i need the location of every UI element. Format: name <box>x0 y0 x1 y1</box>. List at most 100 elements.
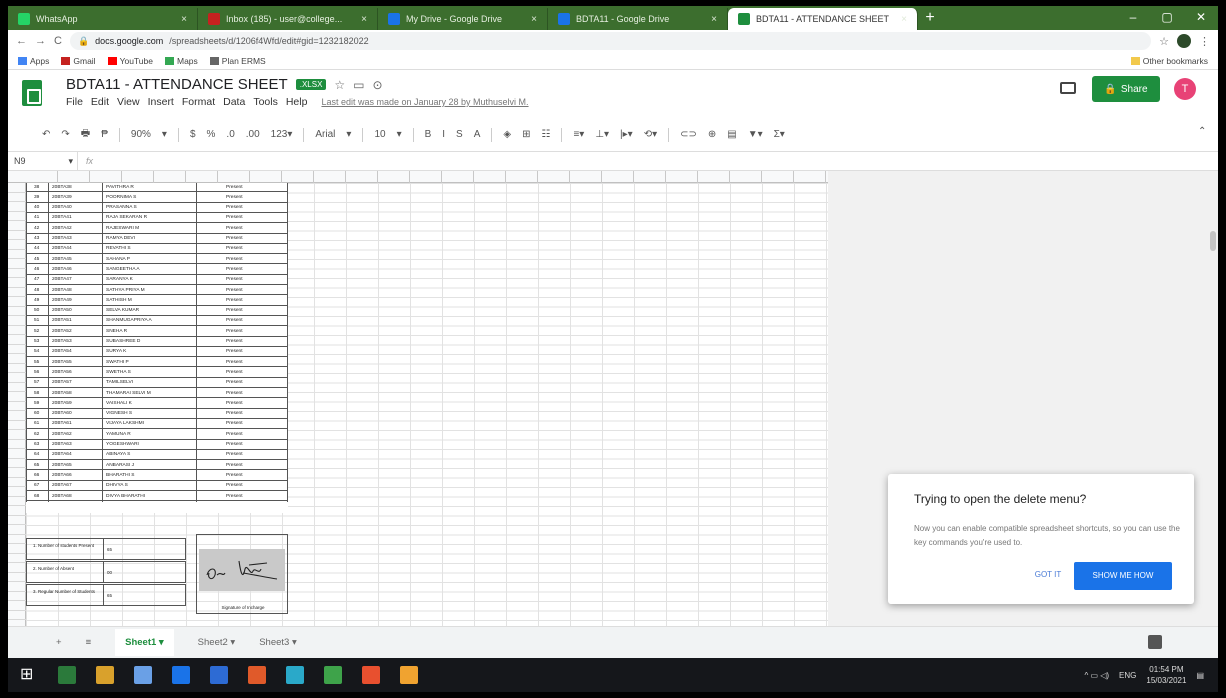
column-header[interactable] <box>122 171 154 183</box>
column-header[interactable] <box>762 171 794 183</box>
taskbar-app-icon[interactable] <box>58 666 76 684</box>
row-header[interactable] <box>8 335 26 345</box>
row-header[interactable] <box>8 440 26 449</box>
column-header[interactable] <box>154 171 186 183</box>
all-sheets-button[interactable]: ≡ <box>86 637 92 648</box>
explore-icon[interactable] <box>1148 635 1162 649</box>
row-header[interactable] <box>8 392 26 402</box>
row-header[interactable] <box>8 307 26 316</box>
sheets-logo-icon[interactable] <box>22 80 42 106</box>
collapse-menus-icon[interactable]: ⌃ <box>1198 126 1206 137</box>
toolbar-button[interactable]: .0 <box>226 129 234 140</box>
row-header[interactable] <box>8 449 26 459</box>
row-header[interactable] <box>8 202 26 212</box>
toolbar-button[interactable]: ▤ <box>727 129 736 140</box>
row-header[interactable] <box>8 221 26 231</box>
toolbar-button[interactable]: 123▾ <box>271 129 293 140</box>
row-header[interactable] <box>8 354 26 364</box>
star-icon[interactable]: ☆ <box>334 78 345 92</box>
row-header[interactable] <box>8 573 26 582</box>
row-header[interactable] <box>8 478 26 487</box>
browser-tab[interactable]: My Drive - Google Drive × <box>378 8 548 30</box>
bookmark-item[interactable]: Maps <box>164 56 198 66</box>
toolbar-button[interactable]: 10 <box>374 129 385 140</box>
row-header[interactable] <box>8 430 26 440</box>
row-header[interactable] <box>8 231 26 240</box>
row-header[interactable] <box>8 326 26 335</box>
row-header[interactable] <box>8 544 26 554</box>
toolbar-button[interactable]: 90% <box>131 129 151 140</box>
row-header[interactable] <box>8 459 26 468</box>
taskbar-app-icon[interactable] <box>400 666 418 684</box>
row-header[interactable] <box>8 297 26 307</box>
notifications-icon[interactable]: ▤ <box>1196 671 1204 680</box>
row-headers[interactable] <box>8 183 26 626</box>
column-header[interactable] <box>186 171 218 183</box>
taskbar-app-icon[interactable] <box>286 666 304 684</box>
menu-format[interactable]: Format <box>182 96 215 108</box>
show-me-how-button[interactable]: SHOW ME HOW <box>1074 562 1172 590</box>
toolbar-button[interactable]: ☷ <box>541 129 550 140</box>
toolbar-button[interactable]: ↷ <box>61 129 69 140</box>
vertical-scrollbar[interactable] <box>1210 231 1216 251</box>
toolbar-button[interactable]: 🖶 <box>81 126 90 143</box>
toolbar-button[interactable]: I <box>442 129 445 140</box>
row-header[interactable] <box>8 402 26 411</box>
menu-insert[interactable]: Insert <box>148 96 174 108</box>
menu-tools[interactable]: Tools <box>253 96 278 108</box>
menu-data[interactable]: Data <box>223 96 245 108</box>
close-tab-icon[interactable]: × <box>901 14 907 25</box>
menu-edit[interactable]: Edit <box>91 96 109 108</box>
forward-icon[interactable]: → <box>35 35 46 47</box>
taskbar-app-icon[interactable] <box>210 666 228 684</box>
toolbar-button[interactable]: Arial <box>315 129 335 140</box>
row-header[interactable] <box>8 535 26 544</box>
toolbar-button[interactable]: ₱ <box>101 129 108 140</box>
column-header[interactable] <box>378 171 410 183</box>
column-header[interactable] <box>506 171 538 183</box>
bookmark-item[interactable]: Plan ERMS <box>209 56 266 66</box>
avatar[interactable]: T <box>1174 78 1196 100</box>
column-header[interactable] <box>90 171 122 183</box>
column-header[interactable] <box>58 171 90 183</box>
taskbar-app-icon[interactable] <box>172 666 190 684</box>
toolbar-button[interactable]: ⊂⊃ <box>680 129 697 140</box>
toolbar-button[interactable]: ↶ <box>42 129 50 140</box>
column-header[interactable] <box>442 171 474 183</box>
bookmark-item[interactable]: YouTube <box>107 56 153 66</box>
column-header[interactable] <box>250 171 282 183</box>
toolbar-button[interactable]: ⊥▾ <box>595 129 609 140</box>
row-header[interactable] <box>8 563 26 573</box>
close-tab-icon[interactable]: × <box>531 14 537 25</box>
column-header[interactable] <box>26 171 58 183</box>
maximize-button[interactable]: ▢ <box>1150 6 1184 30</box>
tab-sheet1[interactable]: Sheet1 ▾ <box>115 629 174 656</box>
row-header[interactable] <box>8 611 26 620</box>
column-header[interactable] <box>282 171 314 183</box>
name-box[interactable]: N9 ▾ <box>8 152 78 170</box>
row-header[interactable] <box>8 487 26 497</box>
clock[interactable]: 01:54 PM 15/03/2021 <box>1146 664 1186 686</box>
new-tab-button[interactable]: + <box>918 8 942 30</box>
row-header[interactable] <box>8 411 26 421</box>
toolbar-button[interactable]: ▾ <box>397 129 402 140</box>
tab-sheet3[interactable]: Sheet3 ▾ <box>259 637 297 648</box>
menu-help[interactable]: Help <box>286 96 308 108</box>
tab-sheet2[interactable]: Sheet2 ▾ <box>198 637 236 648</box>
row-header[interactable] <box>8 240 26 250</box>
toolbar-button[interactable]: ▾ <box>162 129 167 140</box>
toolbar-button[interactable]: $ <box>190 129 196 140</box>
kebab-menu-icon[interactable]: ⋮ <box>1199 35 1210 48</box>
move-folder-icon[interactable]: ▭ <box>353 78 364 92</box>
toolbar-button[interactable]: ⟲▾ <box>644 129 657 140</box>
row-header[interactable] <box>8 516 26 525</box>
taskbar-app-icon[interactable] <box>248 666 266 684</box>
column-header[interactable] <box>730 171 762 183</box>
browser-tab[interactable]: WhatsApp × <box>8 8 198 30</box>
other-bookmarks[interactable]: Other bookmarks <box>1130 56 1208 66</box>
last-edit-link[interactable]: Last edit was made on January 28 by Muth… <box>321 97 528 107</box>
row-header[interactable] <box>8 506 26 516</box>
share-button[interactable]: 🔒 Share <box>1092 76 1160 102</box>
got-it-button[interactable]: GOT IT <box>1028 570 1068 579</box>
minimize-button[interactable]: – <box>1116 6 1150 30</box>
